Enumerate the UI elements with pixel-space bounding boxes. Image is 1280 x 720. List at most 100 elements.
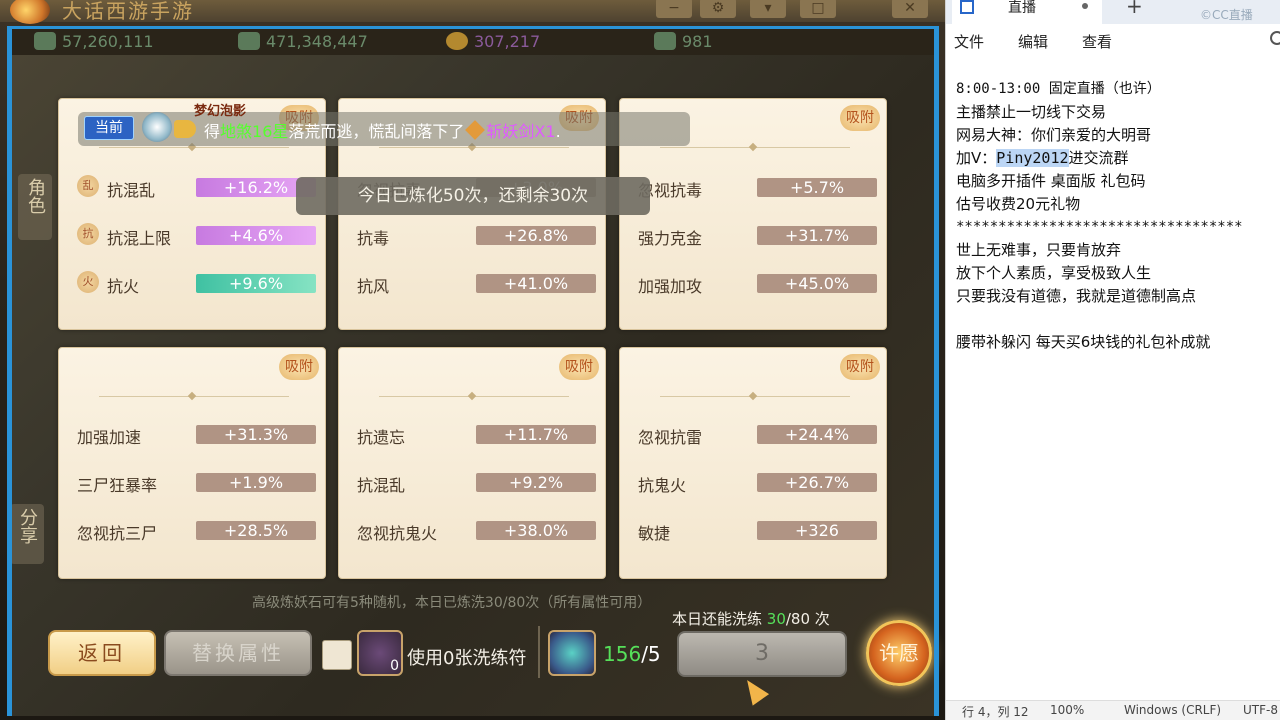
attribute-row: 三尸狂暴率 +1.9%: [59, 470, 327, 495]
notepad-text-area[interactable]: 8:00-13:00 固定直播（也许） 主播禁止一切线下交易 网易大神：你们亲爱的大…: [956, 78, 1276, 354]
menu-view[interactable]: 查看: [1082, 31, 1112, 52]
absorb-button[interactable]: 吸附: [840, 105, 880, 131]
attribute-value: +26.7%: [757, 473, 877, 492]
chevron-down-icon[interactable]: ▾: [750, 0, 786, 18]
coin-icon: [34, 32, 56, 50]
jade-icon: [654, 32, 676, 50]
notice-message: 得地煞16星落荒而逃，慌乱间落下了 斩妖剑X1.: [204, 120, 561, 141]
attribute-row: 敏捷 +326: [620, 518, 888, 543]
resource-bar: 57,260,111 471,348,447 307,217 981: [12, 29, 934, 55]
resource-jade: 981: [654, 32, 713, 51]
attribute-row: 忽视抗毒 +5.7%: [620, 175, 888, 200]
world-notice-banner: 当前 梦幻泡影 得地煞16星落荒而逃，慌乱间落下了 斩妖剑X1.: [78, 104, 690, 146]
attribute-row: 抗混乱 +9.2%: [339, 470, 607, 495]
watermark: ©CC直播: [1200, 8, 1253, 22]
attribute-name: 抗鬼火: [638, 476, 687, 495]
card-divider: [660, 147, 850, 148]
back-button[interactable]: 返回: [48, 630, 156, 676]
use-wash-card-label: 使用0张洗练符: [407, 648, 527, 669]
notepad-line: [956, 308, 1276, 331]
attribute-value: +41.0%: [476, 274, 596, 293]
attribute-row: 抗鬼火 +26.7%: [620, 470, 888, 495]
restore-icon[interactable]: □: [800, 0, 836, 18]
attribute-value: +9.6%: [196, 274, 316, 293]
attribute-name: 忽视抗鬼火: [357, 524, 438, 543]
resource-bound-silver: 471,348,447: [238, 32, 368, 51]
new-tab-button[interactable]: +: [1126, 0, 1143, 18]
cursor-position: 行 4，列 12: [962, 705, 1029, 719]
refine-stone-slot[interactable]: [548, 630, 596, 676]
daily-wash-remaining: 本日还能洗练 30/80 次: [672, 610, 830, 628]
notepad-line: 放下个人素质，享受极致人生: [956, 264, 1152, 282]
selected-text: Piny2012: [996, 149, 1069, 167]
attribute-value: +45.0%: [757, 274, 877, 293]
use-wash-card-checkbox[interactable]: [322, 640, 352, 670]
attribute-card[interactable]: 吸附抗遗忘 +11.7% 抗混乱 +9.2% 忽视抗鬼火 +38.0%: [338, 347, 606, 579]
notepad-line: 腰带补躲闪 每天买6块钱的礼包补成就: [956, 333, 1211, 351]
attribute-row: 加强加速 +31.3%: [59, 422, 327, 447]
absorb-button[interactable]: 吸附: [559, 354, 599, 380]
sword-icon: [465, 120, 486, 140]
card-divider: [99, 396, 289, 397]
notepad-window: 直播 + ©CC直播 文件 编辑 查看 8:00-13:00 固定直播（也许） 主…: [945, 0, 1280, 720]
attribute-name: 忽视抗三尸: [77, 524, 158, 543]
notepad-line: 世上无难事，只要肯放弃: [956, 241, 1122, 259]
game-titlebar: 大话西游手游 − ⚙ ▾ □ ✕: [0, 0, 945, 24]
attribute-name: 抗毒: [357, 229, 390, 248]
notepad-tab-bar: 直播 + ©CC直播: [946, 0, 1280, 24]
attribute-value: +38.0%: [476, 521, 596, 540]
attribute-row: 忽视抗雷 +24.4%: [620, 422, 888, 447]
line-ending: Windows (CRLF): [1124, 703, 1222, 717]
notice-sender[interactable]: 梦幻泡影: [194, 100, 246, 119]
wish-button[interactable]: 许愿: [866, 620, 932, 686]
menu-file[interactable]: 文件: [954, 31, 984, 52]
settings-icon[interactable]: ⚙: [700, 0, 736, 18]
card-divider: [660, 396, 850, 397]
gear-icon[interactable]: [1270, 31, 1280, 45]
gold-icon: [446, 32, 468, 50]
replace-attributes-button[interactable]: 替换属性: [164, 630, 312, 676]
attribute-name: 抗混上限: [107, 229, 172, 248]
attribute-row: 加强加攻 +45.0%: [620, 271, 888, 296]
wash-card-slot[interactable]: 0: [357, 630, 403, 676]
attribute-row: 忽视抗三尸 +28.5%: [59, 518, 327, 543]
refine-stone-count: 156/5: [603, 642, 661, 666]
attribute-row: 忽视抗鬼火 +38.0%: [339, 518, 607, 543]
game-logo: [10, 0, 50, 24]
attribute-row: 火抗火 +9.6%: [59, 271, 327, 296]
refine-footnote: 高级炼妖石可有5种随机，本日已炼洗30/80次（所有属性可用）: [252, 595, 652, 611]
document-icon: [960, 0, 974, 14]
attribute-name: 抗混乱: [107, 181, 156, 200]
menu-edit[interactable]: 编辑: [1018, 31, 1048, 52]
side-tab-share[interactable]: 分享: [10, 504, 44, 564]
attribute-badge-icon: 乱: [77, 175, 99, 197]
notice-item-link[interactable]: 斩妖剑X1: [486, 122, 555, 141]
notice-channel-tag[interactable]: 当前: [84, 116, 134, 140]
close-icon[interactable]: ✕: [892, 0, 928, 18]
attribute-card[interactable]: 吸附加强加速 +31.3% 三尸狂暴率 +1.9% 忽视抗三尸 +28.5%: [58, 347, 326, 579]
card-divider: [99, 147, 289, 148]
unsaved-dot-icon: [1082, 3, 1088, 9]
notepad-line: 只要我没有道德，我就是道德制高点: [956, 287, 1197, 305]
attribute-badge-icon: 火: [77, 271, 99, 293]
attribute-value: +5.7%: [757, 178, 877, 197]
zoom-level: 100%: [1050, 703, 1085, 717]
side-tab-role[interactable]: 角色: [18, 174, 52, 240]
attribute-row: 抗遗忘 +11.7%: [339, 422, 607, 447]
coin-stack-icon: [238, 32, 260, 50]
attribute-name: 抗遗忘: [357, 428, 406, 447]
absorb-button[interactable]: 吸附: [279, 354, 319, 380]
notepad-tab[interactable]: 直播: [952, 0, 1102, 24]
player-avatar[interactable]: [142, 112, 172, 142]
attribute-name: 抗混乱: [357, 476, 406, 495]
attribute-card[interactable]: 吸附忽视抗雷 +24.4% 抗鬼火 +26.7% 敏捷 +326: [619, 347, 887, 579]
resource-gold: 307,217: [446, 32, 540, 51]
horn-icon: [174, 120, 196, 138]
encoding: UTF-8: [1243, 703, 1278, 717]
wash-count-button[interactable]: 3: [677, 631, 847, 677]
attribute-value: +9.2%: [476, 473, 596, 492]
attribute-value: +11.7%: [476, 425, 596, 444]
resource-silver: 57,260,111: [34, 32, 154, 51]
minimize-icon[interactable]: −: [656, 0, 692, 18]
absorb-button[interactable]: 吸附: [840, 354, 880, 380]
